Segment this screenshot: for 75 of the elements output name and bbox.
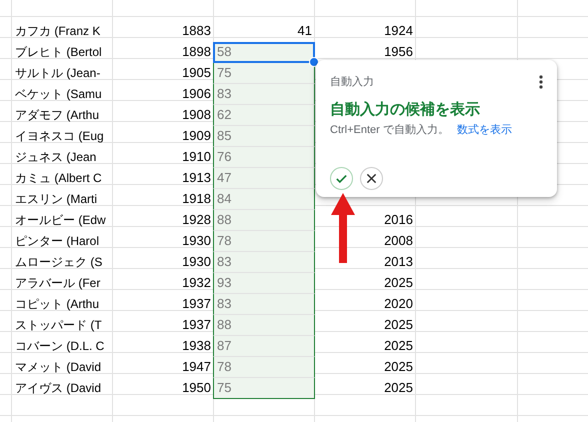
popup-header: 自動入力 <box>330 75 374 89</box>
table-cell-text: エスリン (Marti <box>14 191 98 208</box>
table-cell-text: カフカ (Franz K <box>14 23 102 40</box>
table-cell-text: コバーン (D.L. C <box>14 338 106 355</box>
table-cell-text: 2008 <box>383 232 414 250</box>
suggested-cell[interactable]: 47 <box>213 168 315 189</box>
suggested-cell[interactable]: 78 <box>213 231 315 252</box>
table-cell-text: 1932 <box>181 274 212 292</box>
suggested-cell[interactable]: 62 <box>213 105 315 126</box>
table-cell-text: 2025 <box>383 358 414 376</box>
table-cell-text: 1883 <box>181 22 212 40</box>
table-cell-text: 2016 <box>383 211 414 229</box>
table-cell-text: アダモフ (Arthu <box>14 107 100 124</box>
suggested-cell[interactable]: 84 <box>213 189 315 210</box>
table-cell-text: カミュ (Albert C <box>14 170 103 187</box>
table-cell-text: 2013 <box>383 253 414 271</box>
table-cell-text: 1930 <box>181 232 212 250</box>
suggested-cell[interactable]: 88 <box>213 315 315 336</box>
table-cell-text: 41 <box>296 22 313 40</box>
fill-handle[interactable] <box>309 57 319 67</box>
table-cell-text: 1909 <box>181 127 212 145</box>
suggested-cell[interactable]: 75 <box>213 63 315 84</box>
table-cell-text: ムロージェク (S <box>14 254 104 271</box>
close-icon <box>366 173 377 184</box>
suggested-cell[interactable]: 88 <box>213 210 315 231</box>
table-cell-text: アラバール (Fer <box>14 275 102 292</box>
table-cell-text: 2025 <box>383 316 414 334</box>
table-cell-text: 1906 <box>181 85 212 103</box>
table-cell-text: オールビー (Edw <box>14 212 107 229</box>
table-cell-text: 1947 <box>181 358 212 376</box>
table-cell-text: マメット (David <box>14 359 102 376</box>
table-cell-text: 1913 <box>181 169 212 187</box>
table-cell-text: ジュネス (Jean <box>14 149 98 166</box>
table-cell-text: 1956 <box>383 43 414 61</box>
table-cell-text: 1898 <box>181 43 212 61</box>
table-cell-text: サルトル (Jean- <box>14 65 102 82</box>
popup-title: 自動入力の候補を表示 <box>330 100 481 119</box>
table-cell-text: アイヴス (David <box>14 380 102 397</box>
table-cell-text: 1937 <box>181 316 212 334</box>
table-cell-text: 1905 <box>181 64 212 82</box>
suggested-cell[interactable]: 78 <box>213 357 315 378</box>
table-cell-text: 2025 <box>383 337 414 355</box>
dismiss-button[interactable] <box>360 167 383 190</box>
table-cell-text: コピット (Arthu <box>14 296 100 313</box>
table-cell-text: 1918 <box>181 190 212 208</box>
suggested-cell[interactable]: 83 <box>213 294 315 315</box>
table-cell-text: 1924 <box>383 22 414 40</box>
more-icon[interactable] <box>539 74 543 88</box>
show-formula-link[interactable]: 数式を表示 <box>456 122 512 137</box>
table-cell-text: 1930 <box>181 253 212 271</box>
table-cell-text: 1928 <box>181 211 212 229</box>
suggested-cell[interactable]: 85 <box>213 126 315 147</box>
suggested-cell[interactable]: 87 <box>213 336 315 357</box>
shortcut-hint: Ctrl+Enter で自動入力。 <box>330 123 449 137</box>
check-icon <box>335 172 348 185</box>
accept-button[interactable] <box>330 167 353 190</box>
suggested-cell[interactable]: 83 <box>213 252 315 273</box>
table-cell-text: 1910 <box>181 148 212 166</box>
table-cell-text: 2025 <box>383 379 414 397</box>
table-cell-text: 1937 <box>181 295 212 313</box>
table-cell-text: 2025 <box>383 274 414 292</box>
suggested-cell[interactable]: 75 <box>213 378 315 399</box>
suggested-cell[interactable]: 76 <box>213 147 315 168</box>
table-cell-text: ピンター (Harol <box>14 233 100 250</box>
arrow-drawing <box>331 193 355 263</box>
suggested-cell[interactable]: 83 <box>213 84 315 105</box>
table-cell-text: ブレヒト (Bertol <box>14 44 103 61</box>
table-cell-text: 2020 <box>383 295 414 313</box>
table-cell-text: ベケット (Samu <box>14 86 103 103</box>
table-cell-text: 1938 <box>181 337 212 355</box>
suggested-cell[interactable]: 93 <box>213 273 315 294</box>
table-cell-text: イヨネスコ (Eug <box>14 128 105 145</box>
table-cell-text: ストッパード (T <box>14 317 103 334</box>
table-cell-text: 1950 <box>181 379 212 397</box>
table-cell-text: 1908 <box>181 106 212 124</box>
